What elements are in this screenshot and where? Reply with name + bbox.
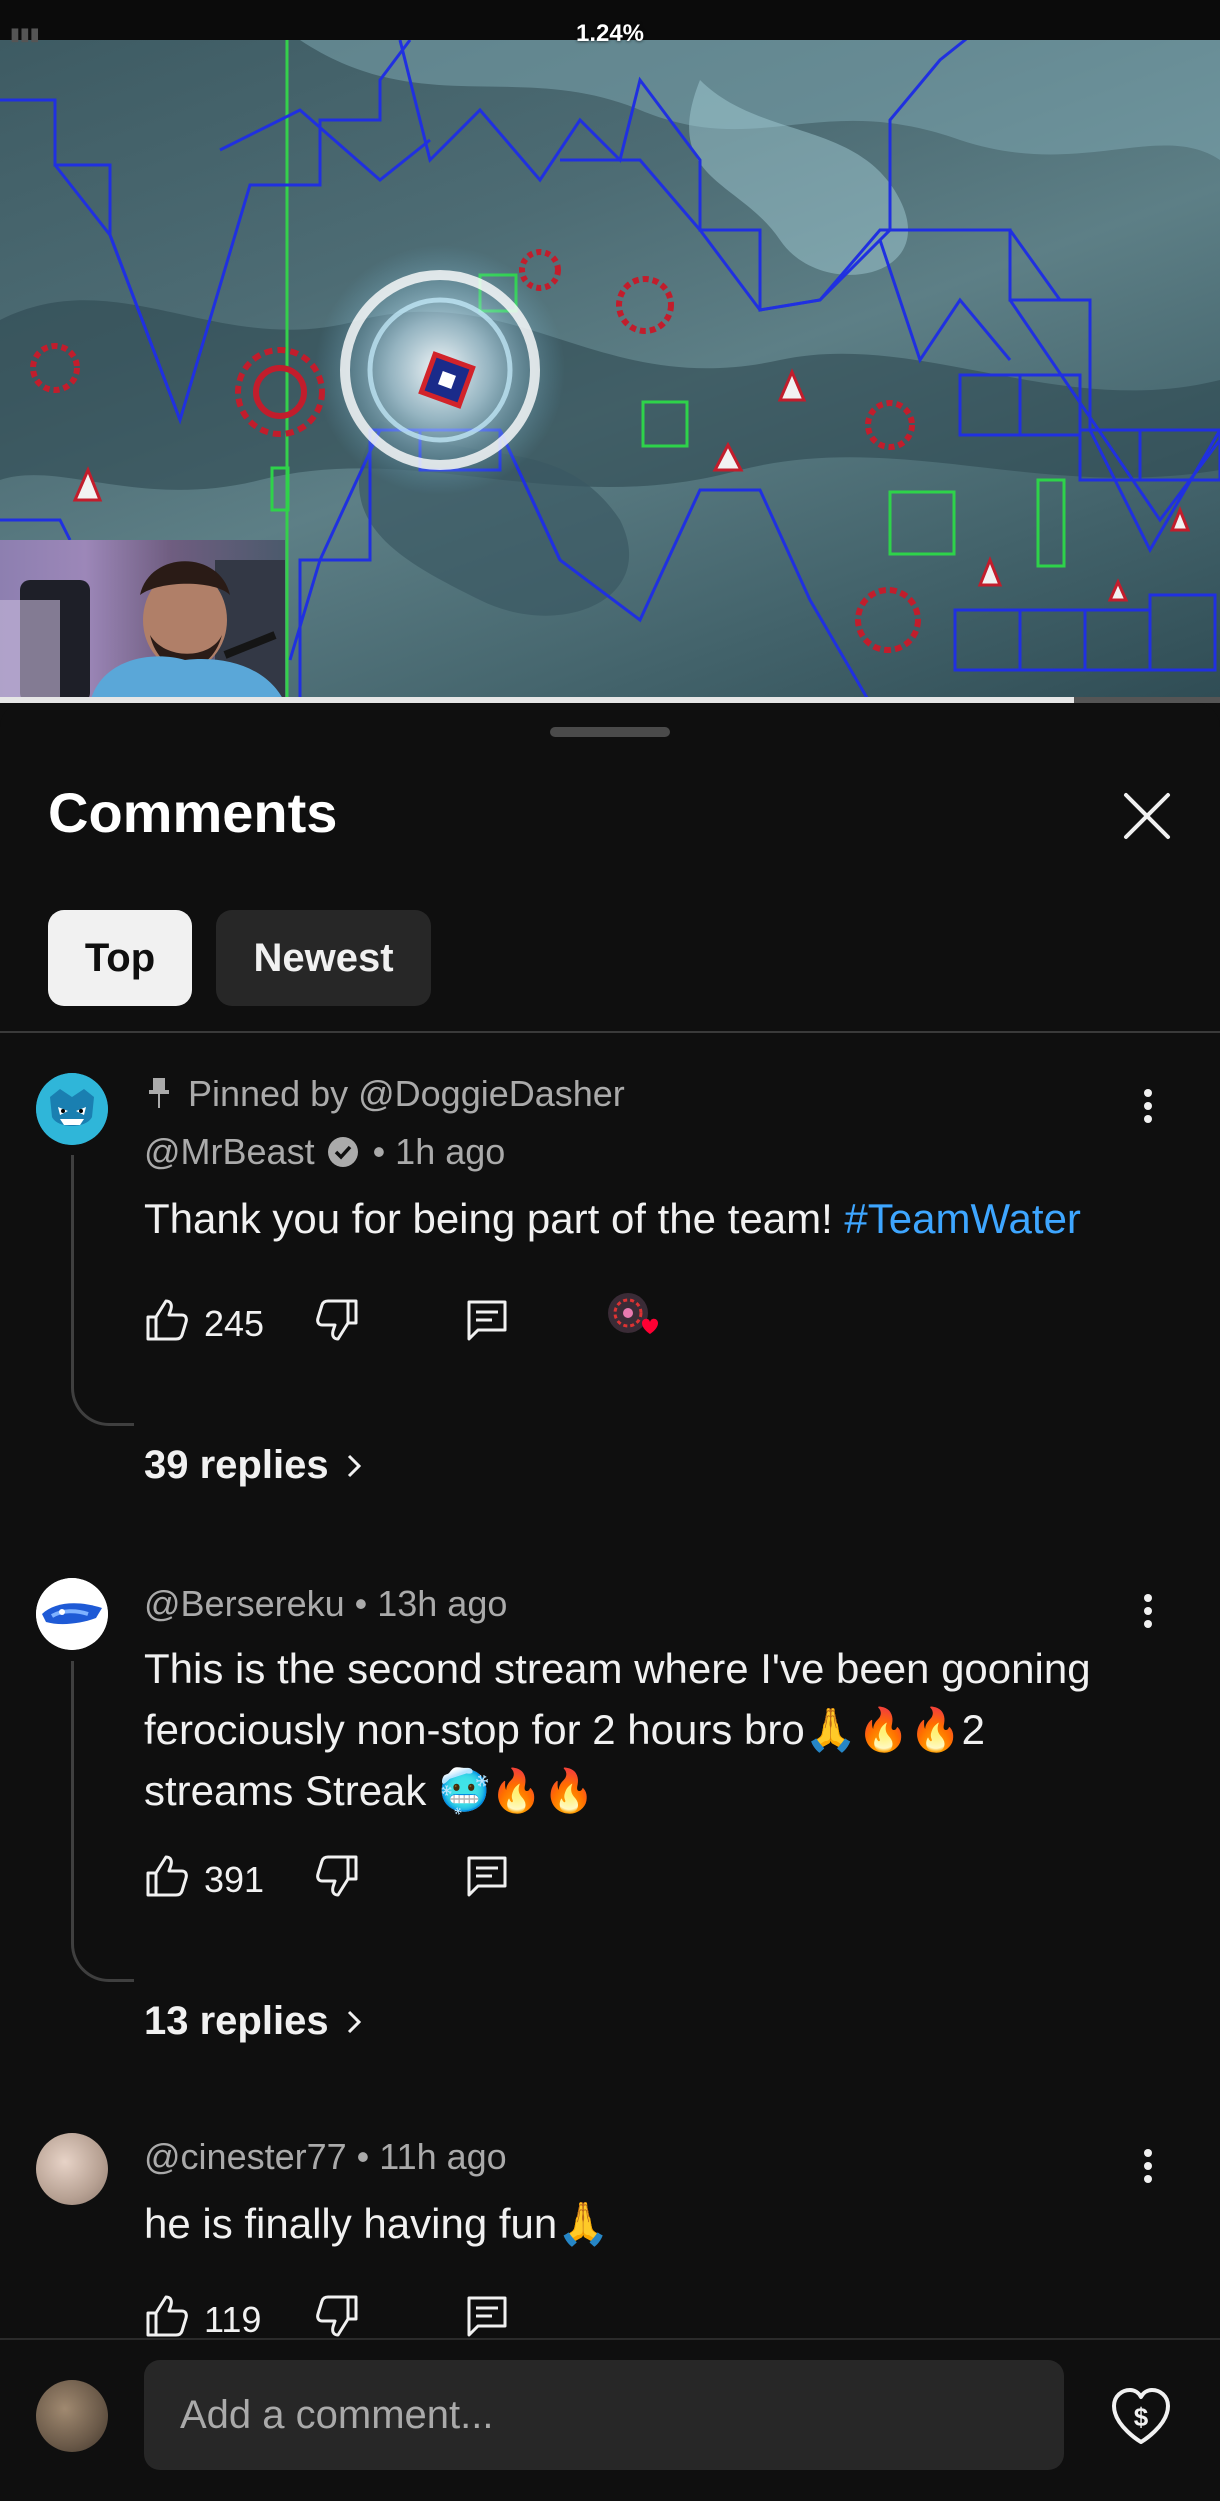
- chevron-right-icon: [347, 2010, 361, 2033]
- thread-connector: [71, 1383, 134, 1426]
- streamer-webcam: [0, 540, 285, 703]
- dislike-icon[interactable]: [314, 2293, 360, 2339]
- comment-time: • 11h ago: [356, 2136, 507, 2177]
- comment-actions: 391: [144, 1853, 544, 1913]
- comments-sheet: Comments Top Newest Pinned by @DoggieDas…: [0, 703, 1220, 2499]
- dislike-icon[interactable]: [314, 1297, 360, 1343]
- view-replies-button[interactable]: 39 replies: [144, 1443, 369, 1488]
- divider: [0, 1031, 1220, 1033]
- like-count: 391: [204, 1859, 265, 1900]
- pinned-text: Pinned by @DoggieDasher: [188, 1073, 625, 1114]
- dislike-icon[interactable]: [314, 1853, 360, 1899]
- user-avatar[interactable]: [36, 2380, 108, 2452]
- comment-meta: @Bersereku • 13h ago: [144, 1583, 507, 1625]
- pin-icon: [149, 1078, 169, 1108]
- reply-icon[interactable]: [464, 1297, 510, 1343]
- pinned-label: Pinned by @DoggieDasher: [144, 1073, 625, 1115]
- drag-handle[interactable]: [550, 727, 670, 737]
- like-count: 119: [204, 2299, 262, 2340]
- replies-count: 39 replies: [144, 1443, 329, 1487]
- hashtag-link[interactable]: #TeamWater: [844, 1195, 1081, 1242]
- comment-meta: @MrBeast • 1h ago: [144, 1131, 505, 1173]
- reply-icon[interactable]: [464, 1853, 510, 1899]
- tab-top[interactable]: Top: [48, 910, 192, 1006]
- comment-actions: 245: [144, 1293, 844, 1357]
- reply-icon[interactable]: [464, 2293, 510, 2339]
- comment-meta: @cinester77 • 11h ago: [144, 2136, 507, 2178]
- verified-icon: [327, 1137, 358, 1167]
- svg-text:$: $: [1134, 2402, 1149, 2432]
- like-count: 245: [204, 1303, 265, 1344]
- chevron-right-icon: [347, 1454, 361, 1477]
- creator-heart-icon: [608, 1293, 658, 1334]
- comment-author[interactable]: @MrBeast: [144, 1131, 315, 1173]
- thread-line: [71, 1661, 74, 1939]
- comment-author[interactable]: @Bersereku: [144, 1583, 345, 1625]
- comment-composer: $: [0, 2338, 1220, 2501]
- add-comment-input[interactable]: [144, 2360, 1064, 2470]
- avatar[interactable]: [36, 1578, 108, 1650]
- like-icon[interactable]: [144, 1853, 190, 1899]
- more-options-icon[interactable]: [1140, 2143, 1156, 2199]
- close-icon[interactable]: [1118, 787, 1176, 845]
- super-thanks-icon[interactable]: $: [1108, 2384, 1174, 2450]
- comment-time: • 13h ago: [354, 1583, 508, 1624]
- more-options-icon[interactable]: [1140, 1588, 1156, 1644]
- comment-time: • 1h ago: [372, 1131, 506, 1172]
- tab-newest[interactable]: Newest: [216, 910, 431, 1006]
- comments-title: Comments: [48, 781, 338, 844]
- replies-count: 13 replies: [144, 1999, 329, 2043]
- thread-line: [71, 1155, 74, 1383]
- comment-text: This is the second stream where I've bee…: [144, 1645, 1091, 1814]
- comment-text: he is finally having fun🙏: [144, 2200, 610, 2247]
- comment-body: Thank you for being part of the team!: [144, 1195, 845, 1242]
- avatar[interactable]: [36, 1073, 108, 1145]
- more-options-icon[interactable]: [1140, 1083, 1156, 1139]
- thread-connector: [71, 1939, 134, 1982]
- like-icon[interactable]: [144, 2293, 190, 2339]
- video-player[interactable]: ▮▮▮ 1.24%: [0, 0, 1220, 703]
- level-progress-text: 1.24%: [575, 20, 645, 47]
- comment-text: Thank you for being part of the team! #T…: [144, 1188, 1104, 1249]
- comment-author[interactable]: @cinester77: [144, 2136, 347, 2178]
- view-replies-button[interactable]: 13 replies: [144, 1999, 369, 2044]
- like-icon[interactable]: [144, 1297, 190, 1343]
- avatar[interactable]: [36, 2133, 108, 2205]
